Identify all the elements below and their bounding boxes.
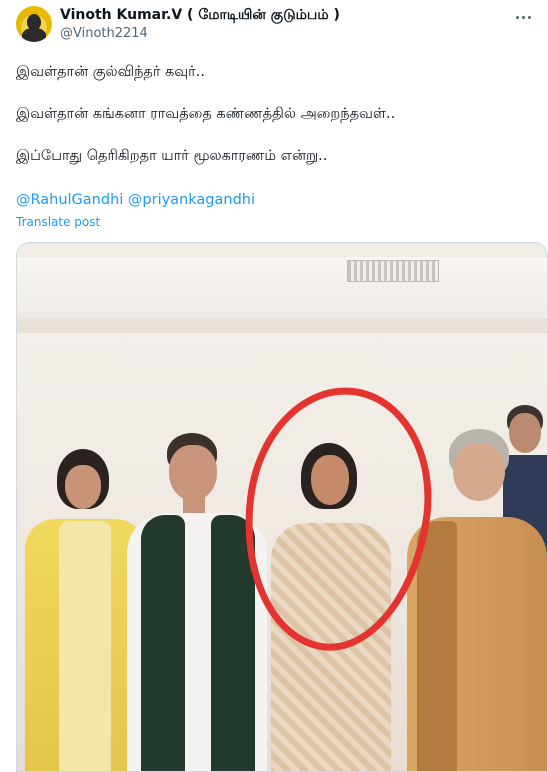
post-line-1: இவள்தான் குல்விந்தர் கவுர்.. — [16, 64, 205, 80]
translate-post-link[interactable]: Translate post — [16, 215, 100, 229]
avatar[interactable] — [16, 6, 52, 42]
avatar-body — [22, 28, 46, 42]
mention-priyankagandhi[interactable]: @priyankagandhi — [128, 192, 255, 208]
photo-wall-beam — [17, 319, 547, 333]
post-line-2: இவள்தான் கங்கனா ராவத்தை கண்ணத்தில் அறைந்… — [16, 106, 396, 122]
photo-ceiling — [17, 257, 547, 319]
post-text: இவள்தான் குல்விந்தர் கவுர்.. இவள்தான் கங… — [16, 62, 536, 188]
photo-vent — [347, 260, 439, 282]
more-options-icon[interactable] — [512, 8, 534, 26]
mentions: @RahulGandhi @priyankagandhi — [16, 192, 255, 208]
author-handle[interactable]: @Vinoth2214 — [60, 26, 148, 41]
post-media[interactable] — [16, 242, 548, 772]
post-photo — [17, 257, 547, 771]
post-header: Vinoth Kumar.V ( மோடியின் குடும்பம் ) @V… — [16, 6, 536, 46]
author-name[interactable]: Vinoth Kumar.V ( மோடியின் குடும்பம் ) — [60, 7, 340, 25]
mention-rahulgandhi[interactable]: @RahulGandhi — [16, 192, 123, 208]
photo-person-2 — [127, 433, 267, 771]
post-line-3: இப்போது தெரிகிறதா யார் மூலகாரணம் என்று.. — [16, 148, 328, 164]
